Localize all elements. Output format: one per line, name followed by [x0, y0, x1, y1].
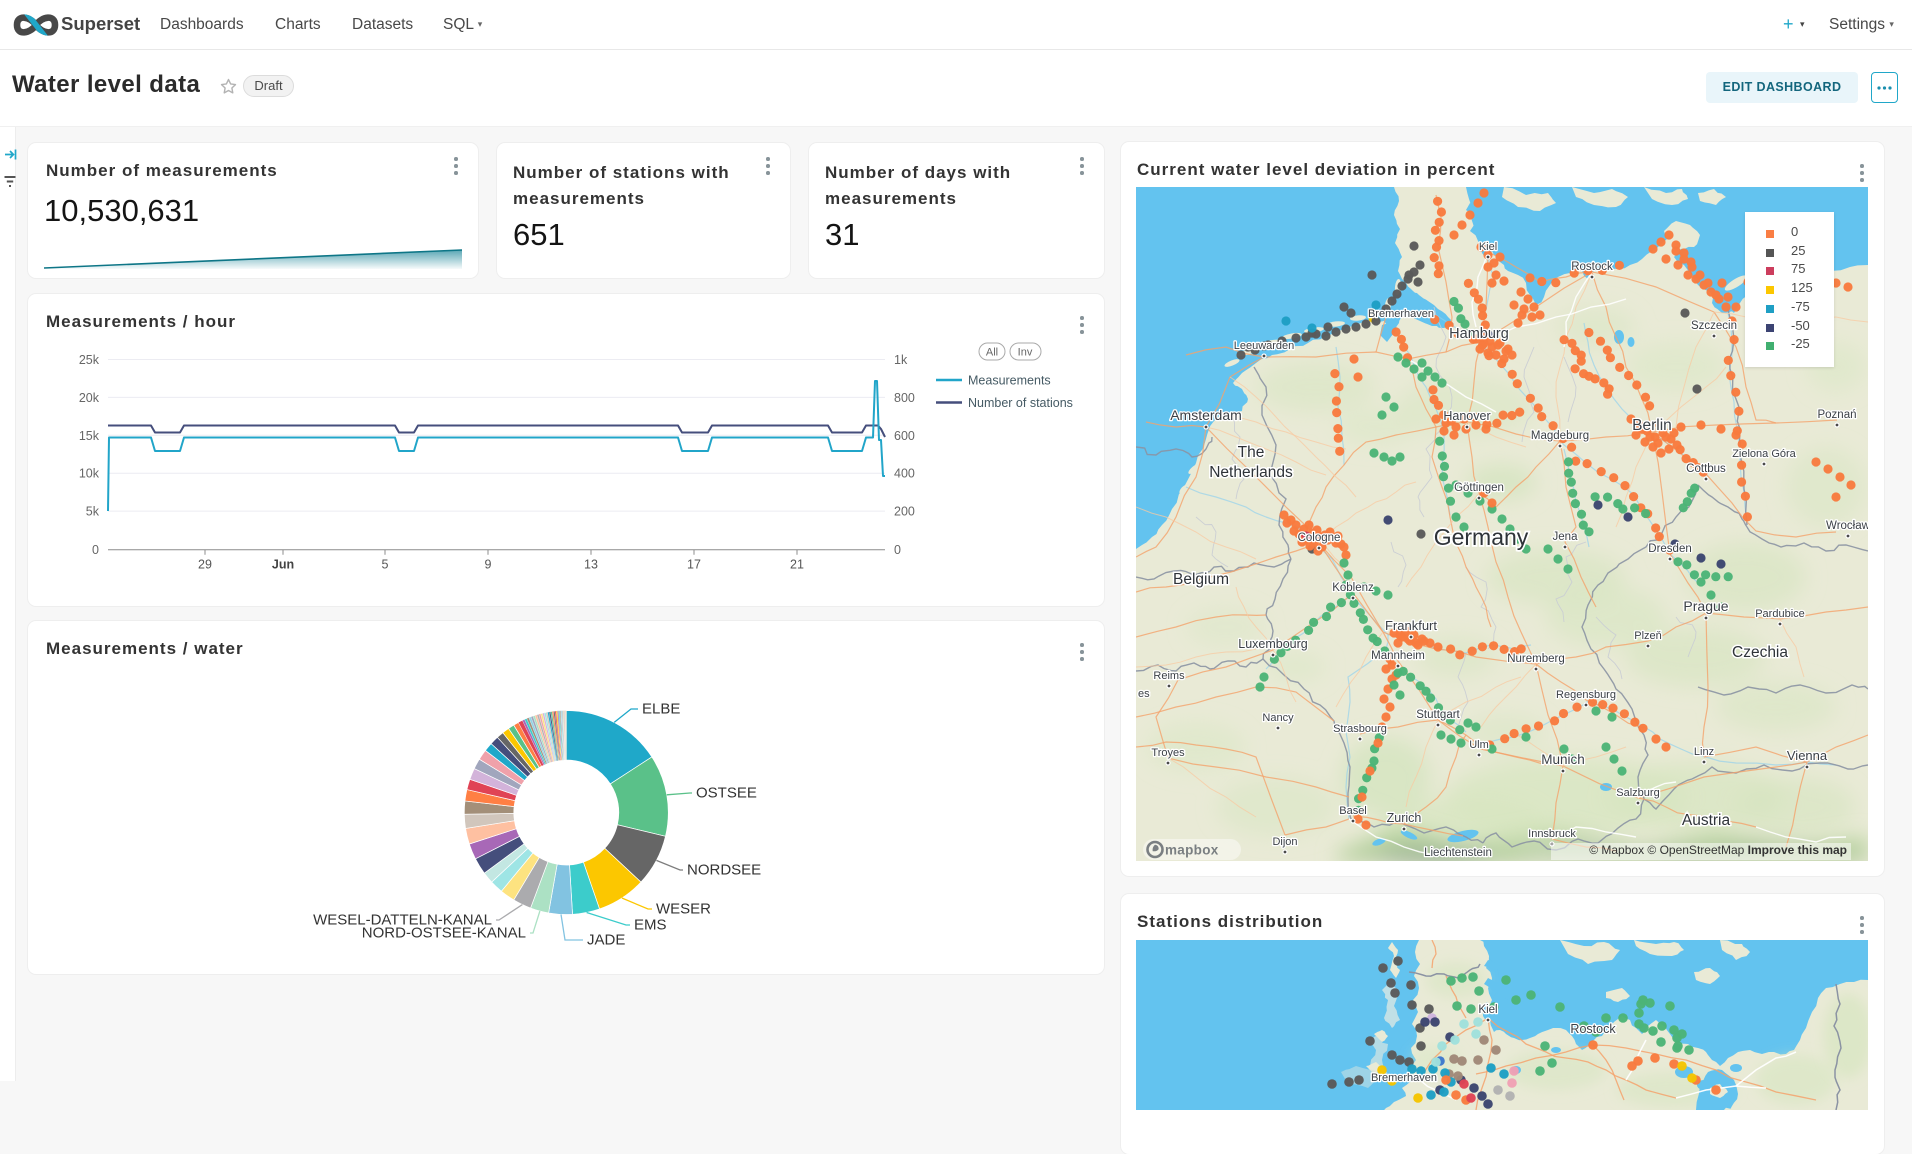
svg-text:Rostock: Rostock	[1571, 261, 1613, 273]
svg-text:400: 400	[894, 467, 915, 481]
svg-text:20k: 20k	[79, 391, 100, 405]
svg-text:Stuttgart: Stuttgart	[1416, 709, 1460, 721]
svg-text:Czechia: Czechia	[1732, 644, 1788, 661]
svg-text:10k: 10k	[79, 467, 100, 481]
svg-text:5k: 5k	[86, 505, 100, 519]
svg-text:1k: 1k	[894, 353, 908, 367]
svg-text:Dresden: Dresden	[1648, 543, 1691, 555]
svg-text:600: 600	[894, 429, 915, 443]
svg-text:Jena: Jena	[1553, 531, 1579, 543]
svg-text:JADE: JADE	[587, 932, 625, 949]
svg-text:Reims: Reims	[1153, 670, 1185, 682]
svg-text:Pardubice: Pardubice	[1755, 608, 1805, 620]
svg-text:25k: 25k	[79, 353, 100, 367]
svg-text:0: 0	[894, 543, 901, 557]
svg-text:Kiel: Kiel	[1479, 241, 1497, 253]
svg-text:Jun: Jun	[272, 558, 294, 572]
svg-text:5: 5	[382, 558, 389, 572]
svg-text:Plzeň: Plzeň	[1634, 630, 1662, 642]
svg-text:Zielona Góra: Zielona Góra	[1732, 448, 1796, 460]
svg-text:Göttingen: Göttingen	[1454, 482, 1504, 494]
svg-text:es: es	[1138, 688, 1150, 700]
svg-text:NORDSEE: NORDSEE	[687, 862, 761, 879]
svg-text:Belgium: Belgium	[1173, 571, 1229, 588]
svg-text:Koblenz: Koblenz	[1332, 582, 1374, 594]
svg-text:13: 13	[584, 558, 598, 572]
svg-text:Cologne: Cologne	[1298, 532, 1341, 544]
svg-text:Nuremberg: Nuremberg	[1507, 653, 1565, 665]
svg-text:Basel: Basel	[1339, 805, 1367, 817]
svg-text:The: The	[1238, 444, 1265, 461]
svg-text:Netherlands: Netherlands	[1209, 464, 1293, 481]
svg-text:Luxembourg: Luxembourg	[1238, 637, 1308, 651]
svg-text:Germany: Germany	[1434, 524, 1529, 550]
svg-text:Mannheim: Mannheim	[1371, 650, 1425, 662]
svg-text:Hanover: Hanover	[1443, 409, 1490, 423]
svg-text:Hamburg: Hamburg	[1449, 326, 1509, 342]
svg-text:EMS: EMS	[634, 917, 667, 934]
svg-text:Measurements: Measurements	[968, 374, 1051, 388]
svg-text:Leeuwarden: Leeuwarden	[1234, 340, 1295, 352]
svg-text:800: 800	[894, 391, 915, 405]
svg-text:OSTSEE: OSTSEE	[696, 785, 757, 802]
svg-text:Inv: Inv	[1018, 347, 1033, 359]
svg-text:Munich: Munich	[1541, 752, 1585, 767]
svg-text:Vienna: Vienna	[1787, 748, 1828, 763]
svg-text:Innsbruck: Innsbruck	[1528, 828, 1576, 840]
svg-text:Salzburg: Salzburg	[1616, 787, 1659, 799]
svg-text:Number of stations: Number of stations	[968, 396, 1073, 410]
svg-text:Rostock: Rostock	[1570, 1022, 1616, 1036]
svg-text:Frankfurt: Frankfurt	[1385, 618, 1437, 633]
svg-text:Poznań: Poznań	[1817, 409, 1856, 421]
svg-text:ELBE: ELBE	[642, 701, 680, 718]
svg-text:Kiel: Kiel	[1478, 1004, 1497, 1016]
svg-text:29: 29	[198, 558, 212, 572]
svg-text:Berlin: Berlin	[1632, 417, 1672, 434]
svg-text:Bremerhaven: Bremerhaven	[1368, 308, 1434, 320]
svg-text:15k: 15k	[79, 429, 100, 443]
svg-text:Liechtenstein: Liechtenstein	[1424, 847, 1492, 859]
svg-text:WESER: WESER	[656, 901, 711, 918]
svg-text:Magdeburg: Magdeburg	[1531, 430, 1589, 442]
svg-text:Prague: Prague	[1683, 598, 1728, 614]
svg-text:21: 21	[790, 558, 804, 572]
svg-text:Regensburg: Regensburg	[1556, 689, 1616, 701]
svg-text:All: All	[986, 347, 998, 359]
svg-text:Strasbourg: Strasbourg	[1333, 723, 1387, 735]
svg-text:Dijon: Dijon	[1272, 836, 1297, 848]
svg-text:9: 9	[485, 558, 492, 572]
svg-text:Zurich: Zurich	[1387, 811, 1422, 825]
svg-text:200: 200	[894, 505, 915, 519]
svg-text:17: 17	[687, 558, 701, 572]
svg-text:0: 0	[92, 543, 99, 557]
svg-text:Szczecin: Szczecin	[1691, 320, 1737, 332]
svg-text:Austria: Austria	[1682, 812, 1731, 829]
svg-text:Cottbus: Cottbus	[1686, 463, 1726, 475]
svg-text:mapbox: mapbox	[1165, 843, 1219, 858]
svg-text:Amsterdam: Amsterdam	[1170, 407, 1242, 423]
svg-text:Troyes: Troyes	[1151, 747, 1185, 759]
svg-text:Nancy: Nancy	[1262, 712, 1294, 724]
svg-text:WESEL-DATTELN-KANAL: WESEL-DATTELN-KANAL	[313, 912, 492, 929]
svg-text:Linz: Linz	[1694, 746, 1714, 758]
svg-text:Wrocław: Wrocław	[1826, 520, 1868, 532]
svg-text:Bremerhaven: Bremerhaven	[1371, 1072, 1437, 1084]
svg-text:Ulm: Ulm	[1469, 739, 1489, 751]
